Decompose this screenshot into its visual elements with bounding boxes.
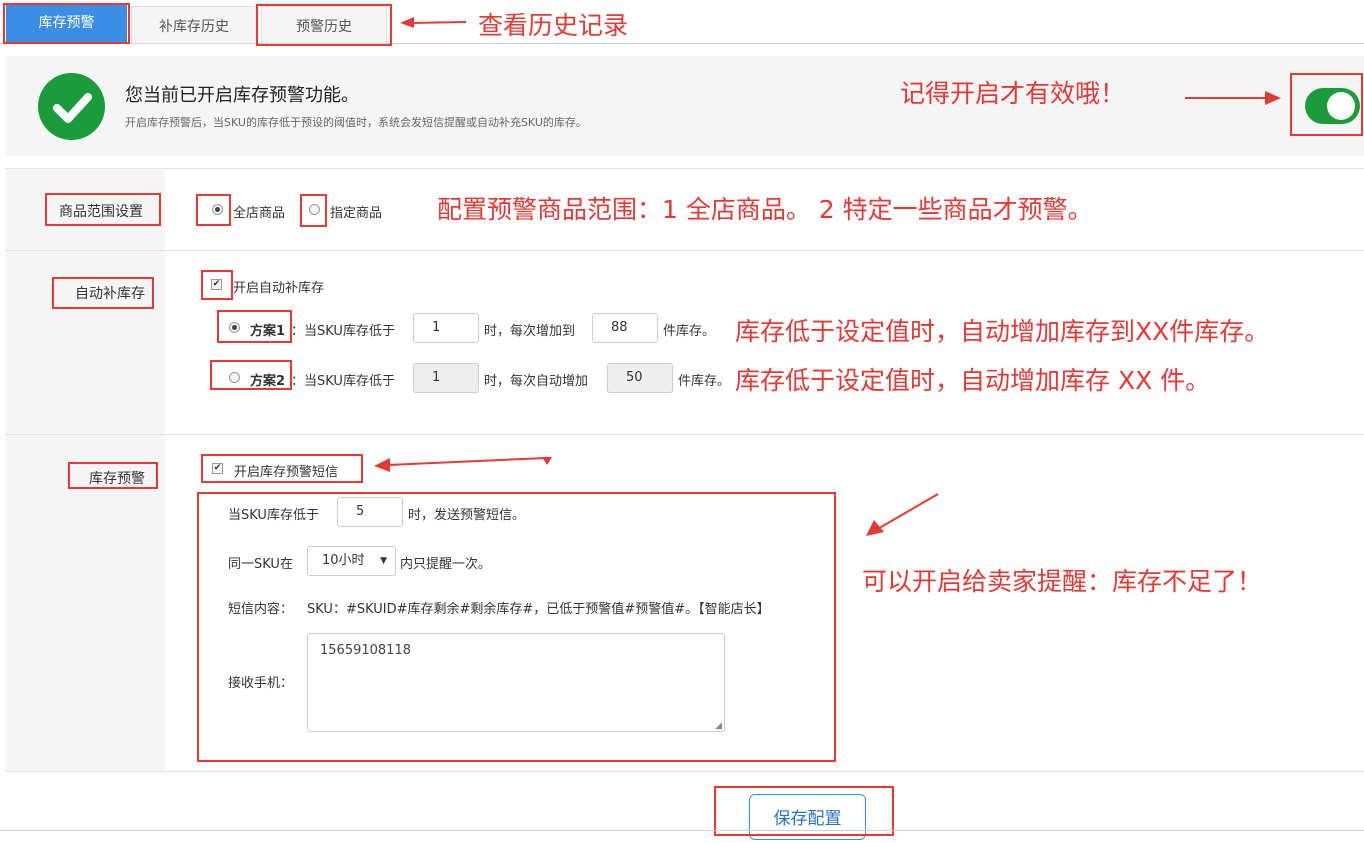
toggle-knob [1327, 92, 1355, 120]
alert-row1-text-a: 当SKU库存低于 [228, 508, 319, 523]
radio-highlight [300, 194, 327, 227]
phone-value: 15659108118 [320, 643, 411, 658]
plan1-amount-input[interactable]: 88 [592, 313, 658, 343]
save-button-highlight [714, 786, 894, 836]
plan2-text-b: 时，每次自动增加 [484, 374, 589, 389]
scope-label-highlight [45, 193, 161, 226]
check-circle-icon [38, 73, 105, 140]
sms-content-text: SKU：#SKUID#库存剩余#剩余库存#，已低于预警值#预警值#。【智能店长】 [307, 602, 770, 617]
annotation-scope: 配置预警商品范围：1 全店商品。 2 特定一些商品才预警。 [437, 195, 1093, 224]
row-divider [5, 250, 1364, 251]
alert-toggle-switch[interactable] [1305, 88, 1360, 124]
plan2-amount-input[interactable]: 50 [607, 363, 673, 393]
alert-row2-text-a: 同一SKU在 [228, 557, 293, 572]
chevron-down-icon: ▼ [380, 556, 387, 566]
tab-highlight-1 [3, 3, 130, 44]
plan1-text-c: 件库存。 [663, 324, 716, 339]
arrow-icon [1185, 91, 1281, 105]
annotation-toggle: 记得开启才有效哦！ [900, 79, 1126, 108]
annotation-plan2: 库存低于设定值时，自动增加库存 XX 件。 [735, 366, 1211, 395]
form-top-border [5, 168, 1364, 169]
plan2-highlight [210, 360, 292, 390]
arrow-icon [374, 457, 552, 472]
tab-restock-history[interactable]: 补库存历史 [131, 6, 257, 44]
phone-textarea[interactable]: 15659108118 ◢ [307, 633, 725, 732]
auto-restock-enable-label: 开启自动补库存 [233, 281, 325, 296]
alert-interval-value: 10小时 [322, 553, 365, 568]
alert-label-highlight [68, 462, 158, 489]
alert-interval-select[interactable]: 10小时 ▼ [307, 546, 396, 576]
alert-checkbox-highlight [201, 454, 363, 483]
arrow-icon [866, 493, 939, 536]
alert-row2-text-b: 内只提醒一次。 [400, 557, 492, 572]
alert-threshold-input[interactable]: 5 [337, 497, 403, 527]
scope-option-all: 全店商品 [233, 206, 286, 221]
form-bottom-border [5, 771, 1364, 772]
plan2-text-a: ：当SKU库存低于 [291, 374, 395, 389]
annotation-plan1: 库存低于设定值时，自动增加库存到XX件库存。 [735, 317, 1270, 346]
notice-desc: 开启库存预警后，当SKU的库存低于预设的阈值时，系统会发短信提醒或自动补充SKU… [125, 116, 587, 129]
notice-title: 您当前已开启库存预警功能。 [125, 85, 359, 106]
plan2-threshold-input[interactable]: 1 [413, 363, 479, 393]
annotation-alert: 可以开启给卖家提醒：库存不足了！ [862, 567, 1263, 596]
row-divider [5, 434, 1364, 435]
checkbox-highlight [201, 270, 233, 300]
plan1-threshold-input[interactable]: 1 [413, 313, 479, 343]
radio-highlight [196, 194, 231, 226]
plan2-text-c: 件库存。 [678, 374, 731, 389]
auto-restock-label-highlight [52, 277, 154, 309]
plan1-text-b: 时，每次增加到 [484, 324, 576, 339]
arrow-icon [400, 17, 467, 28]
tab-highlight-2 [256, 4, 392, 46]
tab-bar: 库存预警 补库存历史 预警历史 [0, 0, 1364, 46]
plan1-text-a: ：当SKU库存低于 [291, 324, 395, 339]
scope-option-specific: 指定商品 [330, 206, 383, 221]
annotation-history: 查看历史记录 [478, 11, 629, 40]
resize-handle-icon[interactable]: ◢ [715, 721, 722, 731]
sms-content-label: 短信内容： [228, 602, 294, 617]
alert-row1-text-b: 时，发送预警短信。 [408, 508, 526, 523]
footer-border [0, 830, 1364, 831]
plan1-highlight [217, 310, 292, 343]
phone-label: 接收手机： [228, 676, 294, 691]
